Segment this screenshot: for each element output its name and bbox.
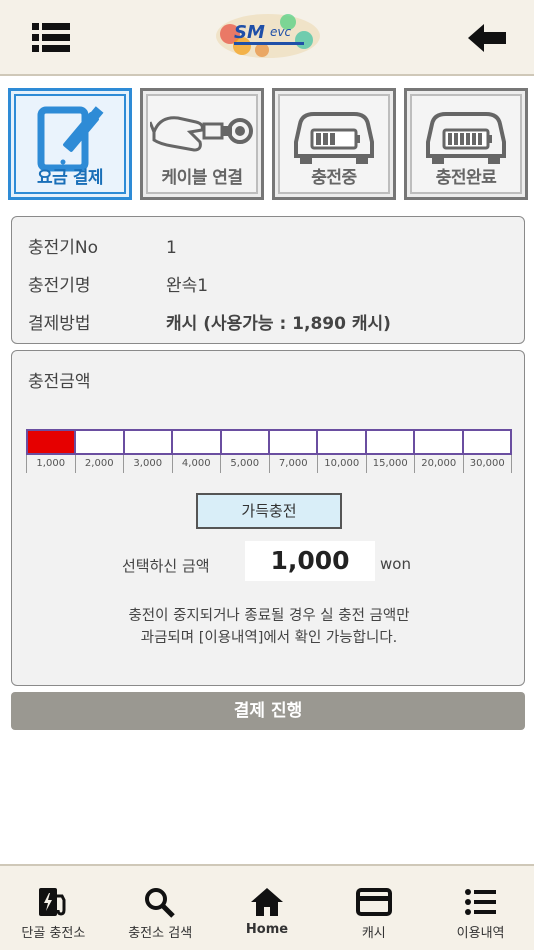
back-arrow-icon[interactable] <box>466 20 508 56</box>
nav-cash[interactable]: 캐시 <box>320 866 427 950</box>
nav-label: 이용내역 <box>456 926 505 941</box>
amount-option-segment[interactable] <box>366 431 416 453</box>
step-label: 요금 결제 <box>37 168 103 188</box>
plug-hand-icon <box>150 116 253 152</box>
nav-station-search[interactable]: 충전소 검색 <box>107 866 214 950</box>
nav-label: 충전소 검색 <box>128 926 193 941</box>
amount-option-segment[interactable] <box>28 431 77 453</box>
tablet-pay-icon <box>37 106 104 172</box>
billing-notice: 충전이 중지되거나 종료될 경우 실 충전 금액만 과금되며 [이용내역]에서 … <box>52 605 486 649</box>
amount-option-segment[interactable] <box>76 431 125 453</box>
charger-name-value: 완속1 <box>166 276 209 296</box>
proceed-payment-button[interactable]: 결제 진행 <box>11 692 525 730</box>
step-label: 충전완료 <box>435 168 497 188</box>
amount-option-segment[interactable] <box>221 431 271 453</box>
nav-label: 단골 충전소 <box>21 926 86 941</box>
amount-option-segment[interactable] <box>270 431 319 453</box>
charge-amount-panel: 충전금액 1,000 2,000 3,000 4,000 5,000 7,000 10,00… <box>11 350 525 686</box>
amount-option-label: 3,000 <box>123 455 172 473</box>
amount-title: 충전금액 <box>28 372 91 392</box>
card-icon <box>355 888 392 916</box>
amount-option-label: 15,000 <box>365 455 415 473</box>
charger-info-panel: 충전기No 1 충전기명 완속1 결제방법 캐시 (사용가능 : 1,890 캐시) <box>11 216 525 344</box>
selected-amount-value: 1,000 <box>245 541 375 581</box>
step-payment: 요금 결제 <box>8 88 132 200</box>
pay-method-label: 결제방법 <box>28 314 91 334</box>
amount-selector-bar <box>26 429 512 455</box>
list-icon <box>464 889 496 915</box>
app-header: SM evc <box>0 0 534 76</box>
amount-option-segment[interactable] <box>318 431 367 453</box>
notice-line-2: 과금되며 [이용내역]에서 확인 가능합니다. <box>140 630 398 646</box>
amount-option-label: 7,000 <box>268 455 318 473</box>
pay-method-value: 캐시 (사용가능 : 1,890 캐시) <box>166 314 391 334</box>
charger-name-row: 충전기명 완속1 <box>28 271 208 296</box>
step-cable: 케이블 연결 <box>140 88 264 200</box>
amount-option-label: 1,000 <box>26 455 75 473</box>
pay-method-row: 결제방법 캐시 (사용가능 : 1,890 캐시) <box>28 309 391 334</box>
step-label: 케이블 연결 <box>161 168 243 188</box>
charger-no-row: 충전기No 1 <box>28 233 177 258</box>
amount-option-label: 4,000 <box>171 455 221 473</box>
progress-steps: 요금 결제 케이블 연결 충전중 충전완료 <box>8 88 528 200</box>
nav-favorite-stations[interactable]: 단골 충전소 <box>0 866 107 950</box>
amount-option-segment[interactable] <box>124 431 174 453</box>
charger-no-label: 충전기No <box>28 238 99 258</box>
ev-station-icon <box>39 888 66 916</box>
search-icon <box>145 888 175 918</box>
amount-option-label: 5,000 <box>220 455 269 473</box>
notice-line-1: 충전이 중지되거나 종료될 경우 실 충전 금액만 <box>128 608 410 624</box>
amount-option-label: 20,000 <box>414 455 463 473</box>
amount-tick-labels: 1,000 2,000 3,000 4,000 5,000 7,000 10,000 15,0… <box>26 455 512 473</box>
amount-option-label: 2,000 <box>74 455 124 473</box>
amount-option-segment[interactable] <box>173 431 222 453</box>
selected-amount-label: 선택하신 금액 <box>122 557 210 575</box>
app-logo: SM evc <box>212 10 324 62</box>
charger-name-label: 충전기명 <box>28 276 91 296</box>
car-battery-icon <box>294 112 374 164</box>
step-complete: 충전완료 <box>404 88 528 200</box>
nav-history[interactable]: 이용내역 <box>427 866 534 950</box>
full-charge-button[interactable]: 가득충전 <box>196 493 342 529</box>
step-charging: 충전중 <box>272 88 396 200</box>
amount-option-segment[interactable] <box>463 431 511 453</box>
svg-text:evc: evc <box>270 25 291 39</box>
svg-text:SM: SM <box>234 22 265 43</box>
car-battery-full-icon <box>426 112 506 164</box>
nav-label: 캐시 <box>361 926 386 941</box>
nav-label: Home <box>245 922 289 937</box>
amount-option-segment[interactable] <box>415 431 464 453</box>
bottom-nav: 단골 충전소 충전소 검색 Home 캐시 이용내역 <box>0 864 534 950</box>
charger-no-value: 1 <box>166 238 177 258</box>
home-icon <box>250 888 283 916</box>
amount-option-label: 10,000 <box>317 455 366 473</box>
selected-amount-unit: won <box>380 555 411 573</box>
nav-home[interactable]: Home <box>214 866 321 950</box>
menu-icon[interactable] <box>30 20 72 56</box>
amount-option-label: 30,000 <box>462 455 512 473</box>
step-label: 충전중 <box>311 168 357 188</box>
